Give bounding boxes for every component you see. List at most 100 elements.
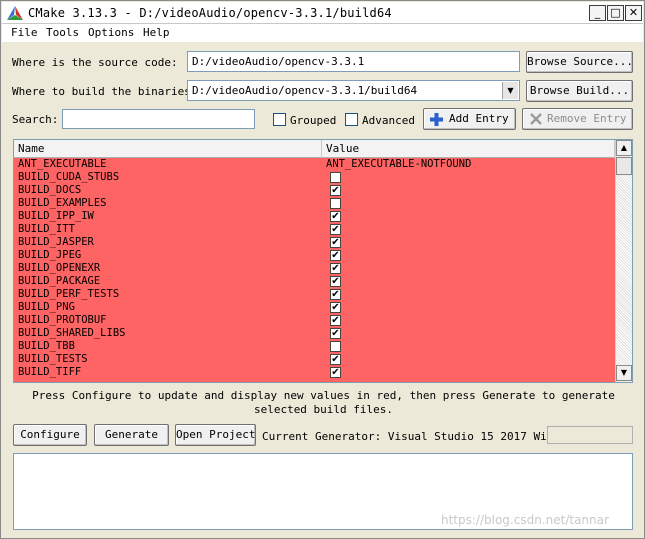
value-checkbox-checked[interactable]: ✔ [330, 289, 341, 300]
grouped-checkbox[interactable] [273, 113, 286, 126]
value-checkbox-checked[interactable]: ✔ [330, 302, 341, 313]
table-row[interactable]: BUILD_EXAMPLES [14, 197, 615, 210]
cmake-logo-icon [7, 6, 23, 20]
row-name: BUILD_OPENEXR [18, 262, 101, 274]
row-name: BUILD_ITT [18, 223, 75, 235]
table-row[interactable]: BUILD_OPENEXR ✔ [14, 262, 615, 275]
value-checkbox-checked[interactable]: ✔ [330, 315, 341, 326]
table-row[interactable]: BUILD_JASPER ✔ [14, 236, 615, 249]
instruction-text: Press Configure to update and display ne… [32, 389, 615, 416]
remove-entry-button[interactable]: Remove Entry [522, 108, 633, 130]
value-checkbox-checked[interactable]: ✔ [330, 237, 341, 248]
value-checkbox-checked[interactable]: ✔ [330, 224, 341, 235]
table-row[interactable]: BUILD_DOCS ✔ [14, 184, 615, 197]
table-row[interactable]: BUILD_TBB [14, 340, 615, 353]
chevron-down-icon[interactable]: ▼ [502, 82, 518, 99]
scroll-track[interactable] [616, 176, 632, 365]
value-checkbox-checked[interactable]: ✔ [330, 185, 341, 196]
value-checkbox-unchecked[interactable] [330, 172, 341, 183]
row-name: ANT_EXECUTABLE [18, 158, 107, 170]
row-name: BUILD_TBB [18, 340, 75, 352]
table-row[interactable]: BUILD_ITT ✔ [14, 223, 615, 236]
row-name: BUILD_JASPER [18, 236, 94, 248]
row-name: BUILD_DOCS [18, 184, 82, 196]
add-entry-button[interactable]: Add Entry [423, 108, 516, 130]
minimize-button[interactable]: _ [589, 5, 606, 21]
source-label: Where is the source code: [12, 56, 178, 69]
window-title: CMake 3.13.3 - D:/videoAudio/opencv-3.3.… [28, 6, 392, 20]
menu-bar: File Tools Options Help [2, 24, 643, 42]
vertical-scrollbar[interactable]: ▲ ▼ [615, 140, 632, 382]
row-name: BUILD_JPEG [18, 249, 82, 261]
table-row[interactable]: BUILD_TESTS ✔ [14, 353, 615, 366]
scroll-down-button[interactable]: ▼ [616, 365, 632, 381]
build-path-value: D:/videoAudio/opencv-3.3.1/build64 [192, 84, 418, 97]
row-name: BUILD_IPP_IW [18, 210, 94, 222]
add-entry-label: Add Entry [449, 112, 509, 125]
row-name: BUILD_PROTOBUF [18, 314, 107, 326]
value-checkbox-unchecked[interactable] [330, 341, 341, 352]
search-label: Search: [12, 113, 59, 126]
value-checkbox-checked[interactable]: ✔ [330, 328, 341, 339]
advanced-label: Advanced [362, 114, 415, 127]
table-row[interactable]: BUILD_PERF_TESTS ✔ [14, 288, 615, 301]
row-name: BUILD_SHARED_LIBS [18, 327, 126, 339]
close-button[interactable]: ✕ [625, 5, 642, 21]
table-row[interactable]: BUILD_PROTOBUF ✔ [14, 314, 615, 327]
value-checkbox-checked[interactable]: ✔ [330, 354, 341, 365]
menu-file[interactable]: File [11, 26, 38, 39]
progress-bar [547, 426, 633, 444]
table-row[interactable]: BUILD_PNG ✔ [14, 301, 615, 314]
watermark-text: https://blog.csdn.net/tannar [441, 513, 609, 527]
search-input[interactable] [62, 109, 255, 129]
table-header: Name Value [14, 140, 615, 158]
row-name: BUILD_TIFF [18, 366, 82, 378]
cache-variables-table: Name Value ANT_EXECUTABLE ANT_EXECUTABLE-… [13, 139, 633, 383]
table-row[interactable]: BUILD_IPP_IW ✔ [14, 210, 615, 223]
current-generator-label: Current Generator: Visual Studio 15 2017… [262, 430, 567, 443]
value-checkbox-checked[interactable]: ✔ [330, 250, 341, 261]
generate-button[interactable]: Generate [94, 424, 169, 446]
cmake-window: CMake 3.13.3 - D:/videoAudio/opencv-3.3.… [0, 0, 645, 539]
row-name: BUILD_TESTS [18, 353, 88, 365]
row-name: BUILD_PACKAGE [18, 275, 101, 287]
value-checkbox-checked[interactable]: ✔ [330, 263, 341, 274]
remove-entry-label: Remove Entry [547, 112, 627, 125]
column-header-value[interactable]: Value [322, 140, 615, 158]
table-row[interactable]: BUILD_PACKAGE ✔ [14, 275, 615, 288]
build-path-combobox[interactable]: D:/videoAudio/opencv-3.3.1/build64 ▼ [187, 80, 520, 101]
browse-source-button[interactable]: Browse Source... [526, 51, 633, 73]
row-name: BUILD_CUDA_STUBS [18, 171, 120, 183]
table-row[interactable]: BUILD_JPEG ✔ [14, 249, 615, 262]
value-checkbox-unchecked[interactable] [330, 198, 341, 209]
table-row[interactable]: BUILD_TIFF ✔ [14, 366, 615, 379]
table-body: ANT_EXECUTABLE ANT_EXECUTABLE-NOTFOUND BUI… [14, 158, 615, 382]
configure-button[interactable]: Configure [13, 424, 87, 446]
open-project-button[interactable]: Open Project [175, 424, 256, 446]
value-checkbox-checked[interactable]: ✔ [330, 367, 341, 378]
browse-build-button[interactable]: Browse Build... [526, 80, 633, 102]
row-name: BUILD_EXAMPLES [18, 197, 107, 209]
remove-icon [530, 113, 542, 125]
scroll-up-button[interactable]: ▲ [616, 140, 632, 156]
plus-icon [430, 113, 443, 126]
source-path-input[interactable]: D:/videoAudio/opencv-3.3.1 [187, 51, 520, 72]
row-name: BUILD_PERF_TESTS [18, 288, 120, 300]
table-row[interactable]: ANT_EXECUTABLE ANT_EXECUTABLE-NOTFOUND [14, 158, 615, 171]
menu-options[interactable]: Options [88, 26, 134, 39]
menu-help[interactable]: Help [143, 26, 170, 39]
table-row[interactable]: BUILD_CUDA_STUBS [14, 171, 615, 184]
row-name: BUILD_PNG [18, 301, 75, 313]
table-row[interactable]: BUILD_SHARED_LIBS ✔ [14, 327, 615, 340]
title-bar[interactable]: CMake 3.13.3 - D:/videoAudio/opencv-3.3.… [2, 2, 643, 24]
row-value[interactable]: ANT_EXECUTABLE-NOTFOUND [326, 158, 471, 171]
column-header-name[interactable]: Name [14, 140, 322, 158]
build-label: Where to build the binaries: [12, 85, 198, 98]
grouped-label: Grouped [290, 114, 337, 127]
scroll-thumb[interactable] [616, 157, 632, 175]
value-checkbox-checked[interactable]: ✔ [330, 211, 341, 222]
advanced-checkbox[interactable] [345, 113, 358, 126]
maximize-button[interactable]: □ [607, 5, 624, 21]
value-checkbox-checked[interactable]: ✔ [330, 276, 341, 287]
menu-tools[interactable]: Tools [46, 26, 79, 39]
